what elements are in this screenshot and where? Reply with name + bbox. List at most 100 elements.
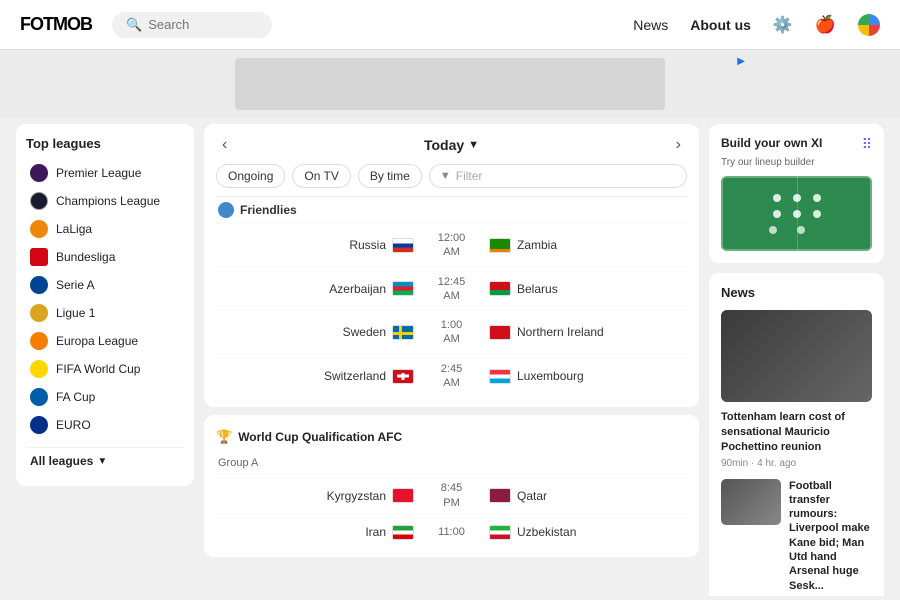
on-tv-filter[interactable]: On TV: [292, 164, 350, 188]
azerbaijan-label: Azerbaijan: [329, 282, 386, 296]
sidebar-item-laliga[interactable]: LaLiga: [26, 215, 184, 243]
table-row[interactable]: Russia 12:00AM Zambia: [216, 223, 687, 267]
premier-league-icon: [30, 164, 48, 182]
news-card: News Tottenham learn cost of sensational…: [709, 273, 884, 596]
uzbekistan-flag: [489, 525, 511, 540]
table-row[interactable]: Azerbaijan 12:45AM Belarus: [216, 267, 687, 311]
news-top-image[interactable]: [721, 310, 872, 402]
table-row[interactable]: Sweden 1:00AM Northern Ireland: [216, 310, 687, 354]
sidebar-item-fa-cup[interactable]: FA Cup: [26, 383, 184, 411]
search-input[interactable]: [148, 17, 248, 32]
matches-card: ‹ Today ▼ › Ongoing On TV By time ▼ Filt…: [204, 124, 699, 407]
serie-a-icon: [30, 276, 48, 294]
laliga-label: LaLiga: [56, 222, 92, 236]
home-team: Iran: [220, 525, 414, 540]
home-team: Azerbaijan: [220, 281, 414, 296]
match-time: 12:00AM: [414, 231, 489, 260]
kyrgyzstan-flag: [392, 488, 414, 503]
bundesliga-label: Bundesliga: [56, 250, 115, 264]
russia-label: Russia: [349, 238, 386, 252]
match-time: 12:45AM: [414, 275, 489, 304]
wc-title: World Cup Qualification AFC: [238, 430, 402, 444]
northern-ireland-flag: [489, 325, 511, 340]
apple-icon[interactable]: 🍎: [815, 15, 836, 35]
table-row[interactable]: Kyrgyzstan 8:45PM Qatar: [216, 473, 687, 517]
build-xi-card: Build your own XI ⠿ Try our lineup build…: [709, 124, 884, 263]
sidebar-item-serie-a[interactable]: Serie A: [26, 271, 184, 299]
friendlies-section: Friendlies Russia 12:00AM Zambia: [216, 196, 687, 397]
nav-news[interactable]: News: [633, 17, 668, 33]
switzerland-flag: [392, 369, 414, 384]
sidebar-item-champions-league[interactable]: Champions League: [26, 187, 184, 215]
match-time: 11:00: [414, 525, 489, 539]
sweden-flag: [392, 325, 414, 340]
logo[interactable]: FOTMOB: [20, 14, 92, 35]
qatar-label: Qatar: [517, 489, 547, 503]
home-team: Kyrgyzstan: [220, 488, 414, 503]
match-time: 2:45AM: [414, 362, 489, 391]
azerbaijan-flag: [392, 281, 414, 296]
settings-icon[interactable]: ⚙️: [773, 15, 793, 35]
table-row[interactable]: Switzerland 2:45AM Luxembourg: [216, 354, 687, 398]
fifa-world-cup-icon: [30, 360, 48, 378]
pitch-visual[interactable]: [721, 176, 872, 251]
sidebar-item-euro[interactable]: EURO: [26, 411, 184, 439]
build-xi-subtitle: Try our lineup builder: [721, 157, 872, 168]
search-bar[interactable]: 🔍: [112, 12, 272, 38]
qatar-flag: [489, 488, 511, 503]
by-time-filter[interactable]: By time: [358, 164, 422, 188]
center-panel: ‹ Today ▼ › Ongoing On TV By time ▼ Filt…: [204, 124, 699, 596]
friendlies-icon: [218, 202, 234, 218]
uzbekistan-label: Uzbekistan: [517, 525, 576, 539]
home-team: Sweden: [220, 325, 414, 340]
serie-a-label: Serie A: [56, 278, 95, 292]
champions-league-icon: [30, 192, 48, 210]
build-xi-title: Build your own XI: [721, 136, 822, 152]
group-a-label: Group A: [216, 453, 687, 473]
news-text: Football transfer rumours: Liverpool mak…: [789, 479, 872, 596]
iran-flag: [392, 525, 414, 540]
nav-about-us[interactable]: About us: [690, 17, 751, 33]
prev-day-button[interactable]: ‹: [216, 134, 233, 156]
list-item[interactable]: Football transfer rumours: Liverpool mak…: [721, 479, 872, 596]
ligue-1-icon: [30, 304, 48, 322]
champions-league-label: Champions League: [56, 194, 160, 208]
away-team: Uzbekistan: [489, 525, 683, 540]
news-top-headline[interactable]: Tottenham learn cost of sensational Maur…: [721, 410, 872, 455]
google-play-icon[interactable]: [858, 14, 880, 36]
fifa-world-cup-label: FIFA World Cup: [56, 362, 140, 376]
build-xi-icon: ⠿: [862, 136, 872, 153]
iran-label: Iran: [365, 525, 386, 539]
belarus-label: Belarus: [517, 282, 558, 296]
search-icon: 🔍: [126, 17, 142, 33]
filter-search[interactable]: ▼ Filter: [429, 164, 687, 188]
main-content: Top leagues Premier League Champions Lea…: [0, 124, 900, 596]
ad-label: ▶: [737, 56, 745, 67]
switzerland-label: Switzerland: [324, 369, 386, 383]
table-row[interactable]: Iran 11:00 Uzbekistan: [216, 517, 687, 547]
next-day-button[interactable]: ›: [670, 134, 687, 156]
away-team: Belarus: [489, 281, 683, 296]
header: FOTMOB 🔍 News About us ⚙️ 🍎: [0, 0, 900, 50]
matches-header: ‹ Today ▼ ›: [216, 134, 687, 156]
sidebar-item-fifa-world-cup[interactable]: FIFA World Cup: [26, 355, 184, 383]
kyrgyzstan-label: Kyrgyzstan: [327, 489, 386, 503]
europa-league-label: Europa League: [56, 334, 138, 348]
date-dropdown-icon[interactable]: ▼: [468, 139, 479, 151]
ligue-1-label: Ligue 1: [56, 306, 95, 320]
all-leagues-button[interactable]: All leagues ▼: [26, 447, 184, 474]
news-title: News: [721, 285, 872, 300]
sidebar-item-bundesliga[interactable]: Bundesliga: [26, 243, 184, 271]
friendlies-header: Friendlies: [216, 196, 687, 223]
bundesliga-icon: [30, 248, 48, 266]
news-thumb: [721, 479, 781, 525]
belarus-flag: [489, 281, 511, 296]
home-team: Russia: [220, 238, 414, 253]
header-nav: News About us ⚙️ 🍎: [633, 14, 880, 36]
sidebar-item-premier-league[interactable]: Premier League: [26, 159, 184, 187]
zambia-label: Zambia: [517, 238, 557, 252]
sidebar-item-europa-league[interactable]: Europa League: [26, 327, 184, 355]
sidebar-item-ligue-1[interactable]: Ligue 1: [26, 299, 184, 327]
ongoing-filter[interactable]: Ongoing: [216, 164, 285, 188]
wc-card: 🏆 World Cup Qualification AFC Group A Ky…: [204, 415, 699, 557]
